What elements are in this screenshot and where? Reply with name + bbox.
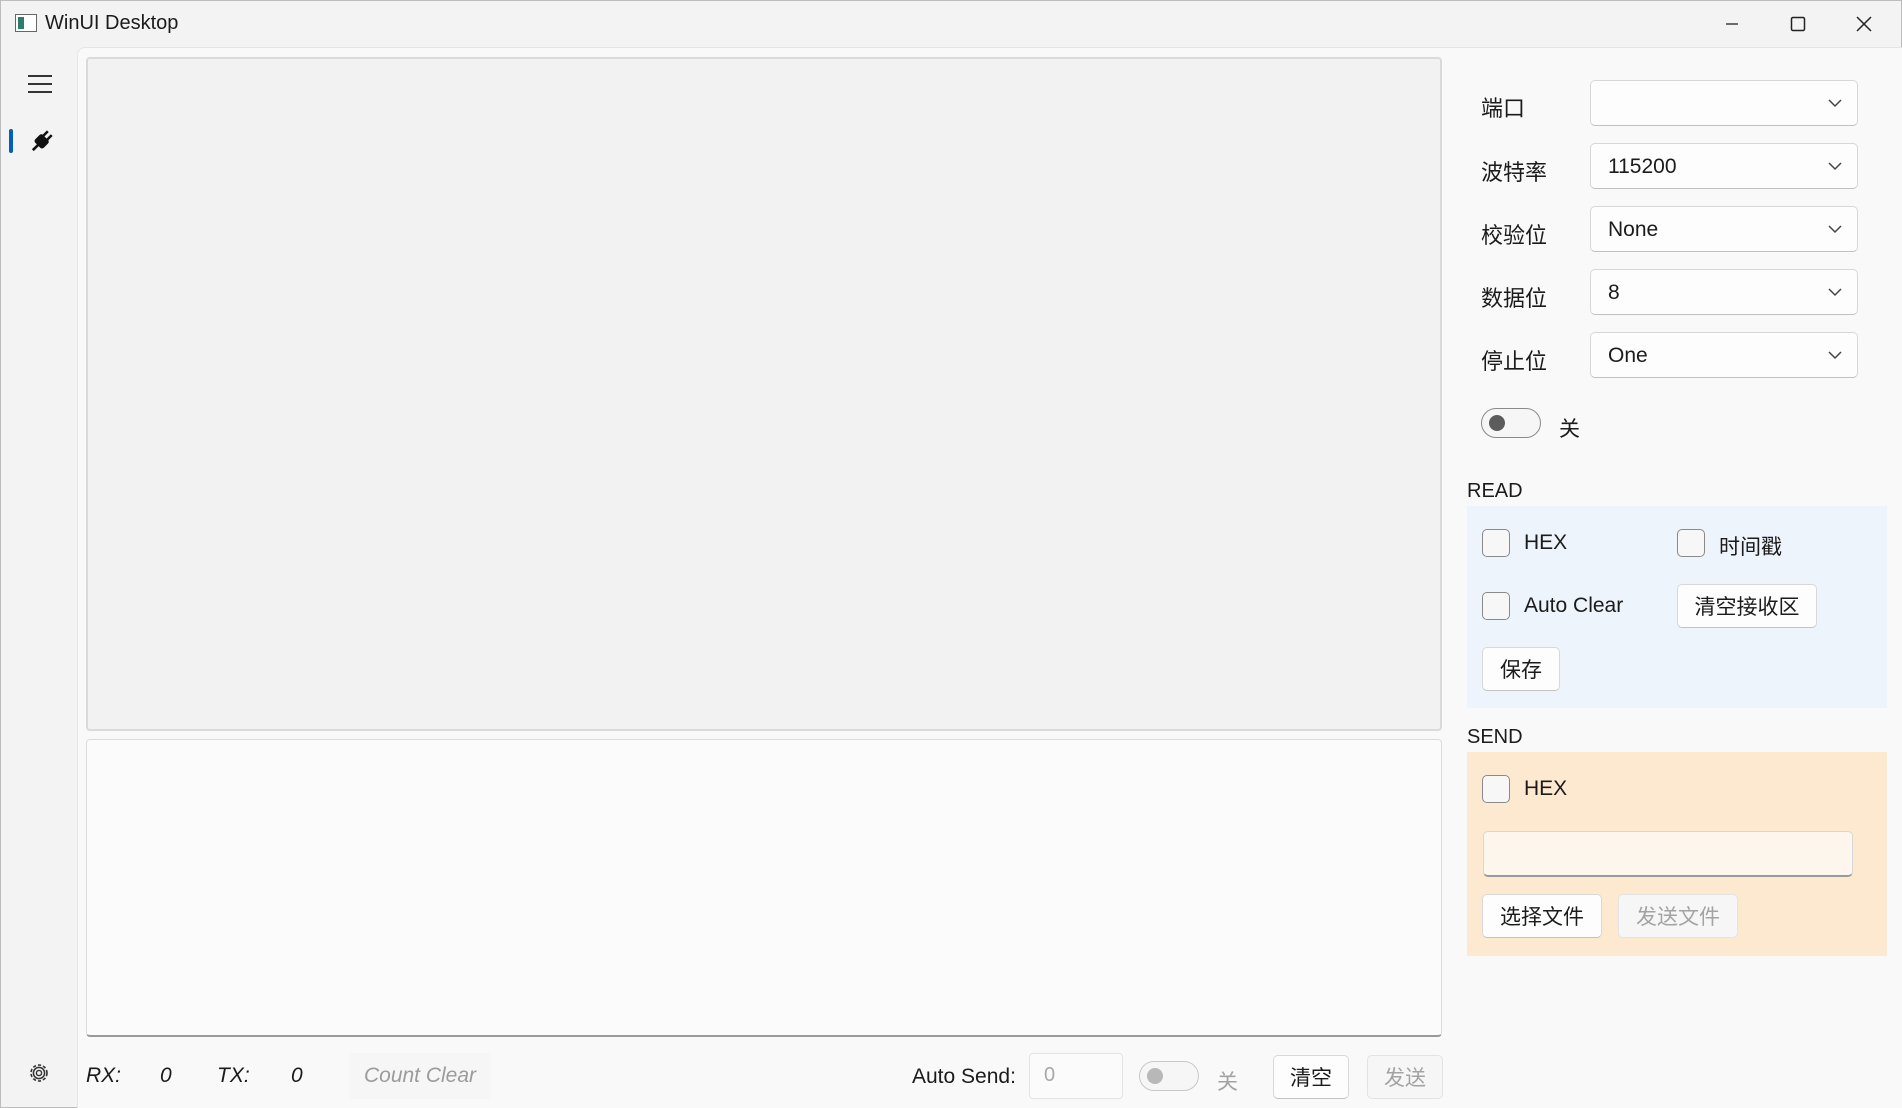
receive-textbox[interactable]	[86, 57, 1442, 731]
clear-button[interactable]: 清空	[1273, 1055, 1349, 1099]
port-label: 端口	[1481, 96, 1526, 121]
auto-send-interval-input[interactable]: 0	[1029, 1053, 1123, 1099]
chevron-down-icon	[1828, 99, 1842, 108]
timestamp-checkbox[interactable]	[1677, 529, 1705, 557]
nav-item-serial-port[interactable]	[9, 123, 69, 159]
stop-bits-value: One	[1608, 344, 1648, 367]
settings-button[interactable]	[25, 1059, 53, 1087]
send-section-title: SEND	[1467, 726, 1523, 748]
chevron-down-icon	[1828, 351, 1842, 360]
chevron-down-icon	[1828, 288, 1842, 297]
send-text-input[interactable]	[1483, 831, 1853, 877]
auto-clear-label: Auto Clear	[1524, 594, 1624, 617]
tx-label: TX:	[217, 1064, 250, 1087]
title-bar[interactable]: WinUI Desktop	[1, 1, 1901, 47]
minimize-button[interactable]	[1697, 1, 1767, 47]
auto-send-toggle[interactable]	[1139, 1061, 1199, 1091]
selection-indicator	[9, 129, 13, 153]
count-clear-button[interactable]: Count Clear	[349, 1053, 491, 1099]
toggle-knob	[1489, 415, 1505, 431]
read-hex-label: HEX	[1524, 531, 1568, 554]
baud-rate-combobox[interactable]: 115200	[1590, 143, 1858, 189]
chevron-down-icon	[1828, 225, 1842, 234]
baud-rate-label: 波特率	[1481, 160, 1548, 185]
parity-label: 校验位	[1481, 223, 1548, 248]
data-bits-label: 数据位	[1481, 286, 1548, 311]
tx-count: 0	[291, 1064, 303, 1087]
read-section-title: READ	[1467, 480, 1523, 502]
auto-send-toggle-label: 关	[1217, 1071, 1238, 1094]
gear-icon	[30, 1064, 48, 1082]
send-button[interactable]: 发送	[1367, 1055, 1443, 1099]
auto-send-label: Auto Send:	[912, 1065, 1016, 1088]
send-hex-checkbox[interactable]	[1482, 775, 1510, 803]
minimize-icon	[1726, 23, 1738, 25]
app-window: WinUI Desktop RX: 0 TX: 0 Count Clear Au…	[0, 0, 1902, 1108]
maximize-icon	[1790, 16, 1806, 32]
window-title: WinUI Desktop	[45, 12, 179, 34]
send-hex-label: HEX	[1524, 777, 1568, 800]
send-textbox[interactable]	[86, 739, 1442, 1037]
navigation-pane	[1, 47, 77, 1107]
rx-label: RX:	[86, 1064, 122, 1087]
close-button[interactable]	[1829, 1, 1899, 47]
baud-rate-value: 115200	[1608, 155, 1677, 178]
clear-receive-button[interactable]: 清空接收区	[1677, 584, 1817, 628]
connect-toggle-label: 关	[1559, 418, 1580, 441]
close-icon	[1856, 16, 1872, 32]
toggle-knob	[1147, 1068, 1163, 1084]
plug-icon	[31, 130, 53, 152]
hamburger-icon[interactable]	[28, 75, 52, 93]
chevron-down-icon	[1828, 162, 1842, 171]
app-icon	[15, 14, 37, 32]
send-file-button[interactable]: 发送文件	[1618, 894, 1738, 938]
stop-bits-label: 停止位	[1481, 349, 1548, 374]
read-hex-checkbox[interactable]	[1482, 529, 1510, 557]
auto-clear-checkbox[interactable]	[1482, 592, 1510, 620]
save-button[interactable]: 保存	[1482, 647, 1560, 691]
port-combobox[interactable]	[1590, 80, 1858, 126]
parity-combobox[interactable]: None	[1590, 206, 1858, 252]
timestamp-label: 时间戳	[1719, 536, 1782, 559]
rx-count: 0	[160, 1064, 172, 1087]
parity-value: None	[1608, 218, 1659, 241]
maximize-button[interactable]	[1763, 1, 1833, 47]
stop-bits-combobox[interactable]: One	[1590, 332, 1858, 378]
connect-toggle[interactable]	[1481, 408, 1541, 438]
data-bits-value: 8	[1608, 281, 1620, 304]
choose-file-button[interactable]: 选择文件	[1482, 894, 1602, 938]
data-bits-combobox[interactable]: 8	[1590, 269, 1858, 315]
